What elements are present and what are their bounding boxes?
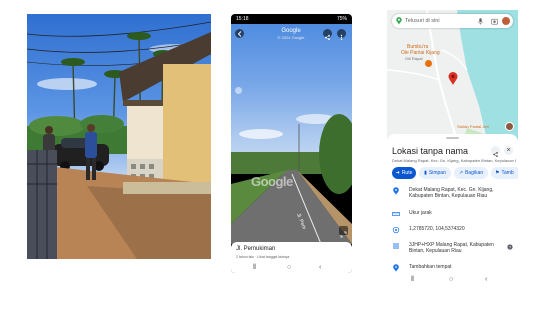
- share-place-button[interactable]: [491, 146, 500, 157]
- maps-logo-icon: [396, 17, 402, 25]
- detail-row-pluscode[interactable]: 3JHP+HXP Malang Rapat, Kabupaten Bintan,…: [387, 242, 518, 258]
- dropped-pin-icon[interactable]: [448, 72, 458, 86]
- fullscreen-button[interactable]: [339, 226, 348, 238]
- status-time: 15:18: [236, 16, 249, 22]
- expand-icon: [340, 231, 347, 238]
- location-card[interactable]: Jl. Pemukiman 2 tahun lalu · Lihat tangg…: [231, 242, 352, 264]
- action-chips: ➜ Rute ▮ Simpan ↗ Bagikan ⚑ Tamb: [392, 167, 518, 179]
- map-view[interactable]: Bumbu'ra Ole Pantai Kijang Gili Rapat Si…: [387, 10, 518, 140]
- measure-text: Ukur jarak: [409, 210, 432, 216]
- share-arrow-icon: ↗: [458, 170, 464, 176]
- pluscode-text: 3JHP+HXP Malang Rapat, Kabupaten Bintan,…: [409, 242, 494, 254]
- south-place-label[interactable]: Sisilan Pantai Jeri: [457, 124, 489, 129]
- place-sheet: Lokasi tanpa nama × Dekat Malang Rapat, …: [387, 134, 518, 285]
- home-nav-icon[interactable]: ○: [449, 276, 453, 283]
- save-button[interactable]: ▮ Simpan: [419, 167, 451, 179]
- add-place-icon: [393, 264, 399, 272]
- bookmark-icon: ▮: [424, 170, 427, 176]
- street-view-thumbnail[interactable]: [505, 122, 514, 131]
- maps-screen: Bumbu'ra Ole Pantai Kijang Gili Rapat Si…: [387, 10, 518, 285]
- search-bar[interactable]: Telusuri di sini: [392, 14, 513, 28]
- poi-marker-icon[interactable]: [425, 60, 432, 67]
- road-name: Jl. Pemukiman: [236, 246, 276, 252]
- detail-row-add-place[interactable]: Tambahkan tempat: [387, 264, 518, 274]
- recents-nav-icon[interactable]: ⦀: [253, 264, 256, 272]
- status-bar: 15:18 75%: [231, 14, 352, 24]
- flag-icon: ⚑: [495, 170, 500, 176]
- site-photo: [27, 14, 211, 259]
- share-chip-button[interactable]: ↗ Bagikan: [454, 167, 488, 179]
- place-title: Lokasi tanpa nama: [392, 146, 469, 156]
- add-place-text: Tambahkan tempat: [409, 264, 452, 270]
- ruler-icon: [392, 212, 400, 216]
- address-text: Dekat Malang Rapat, Kec. Gn. Kijang, Kab…: [409, 187, 494, 199]
- sheet-handle[interactable]: [446, 137, 459, 139]
- search-input[interactable]: Telusuri di sini: [405, 18, 440, 24]
- help-icon[interactable]: ?: [507, 244, 513, 250]
- home-nav-icon[interactable]: ○: [287, 264, 291, 271]
- android-nav-bar: ⦀ ○ ‹: [231, 264, 352, 273]
- streetview-screen: 15:18 75% Google © 2024 Google Jl. Pem G…: [231, 14, 352, 273]
- grid-icon: [393, 243, 399, 249]
- compass-button[interactable]: [235, 87, 242, 94]
- capture-date[interactable]: 2 tahun lalu · Lihat tanggal lainnya: [236, 255, 289, 259]
- directions-icon: ➜: [395, 170, 400, 176]
- google-watermark: Google: [251, 174, 293, 189]
- place-address-short: Dekat Malang Rapat, Kec. Gn. Kijang, Kab…: [392, 158, 516, 163]
- lens-camera-icon[interactable]: [491, 18, 498, 25]
- microphone-icon[interactable]: [478, 18, 483, 25]
- back-nav-icon[interactable]: ‹: [485, 276, 487, 283]
- location-pin-icon: [393, 187, 399, 195]
- recents-nav-icon[interactable]: ⦀: [411, 276, 414, 284]
- close-sheet-button[interactable]: ×: [504, 146, 513, 155]
- status-battery: 75%: [336, 16, 347, 22]
- avatar[interactable]: [502, 17, 510, 25]
- detail-row-address[interactable]: Dekat Malang Rapat, Kec. Gn. Kijang, Kab…: [387, 187, 518, 203]
- directions-button[interactable]: ➜ Rute: [392, 167, 416, 179]
- target-icon: [392, 226, 400, 234]
- detail-row-coordinates[interactable]: 1,2785720, 104,5374320: [387, 226, 518, 236]
- poi-sub2-label: Gili Rapat: [405, 56, 423, 61]
- android-nav-bar: ⦀ ○ ‹: [387, 276, 518, 285]
- coordinates-text: 1,2785720, 104,5374320: [409, 226, 465, 232]
- close-icon: ×: [506, 147, 511, 154]
- detail-row-measure[interactable]: Ukur jarak: [387, 210, 518, 220]
- back-nav-icon[interactable]: ‹: [319, 264, 321, 271]
- site-photo-scene: [27, 21, 211, 259]
- add-label-button[interactable]: ⚑ Tamb: [491, 167, 518, 179]
- streetview-scene: Jl. Pem: [231, 114, 352, 244]
